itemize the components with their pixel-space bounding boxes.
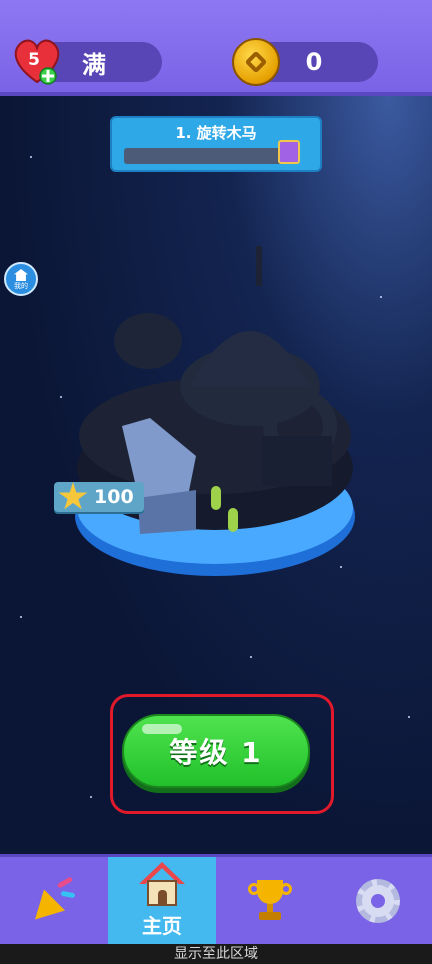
- sky-star: [90, 796, 92, 798]
- heart-icon[interactable]: 5: [10, 34, 64, 88]
- coin-icon: [232, 38, 280, 86]
- party-popper-icon: [31, 875, 77, 924]
- nav-home[interactable]: 主页: [108, 857, 216, 944]
- sky-star: [30, 156, 32, 158]
- star-icon: [58, 482, 88, 510]
- gear-icon: [356, 878, 400, 923]
- coin-count: 0: [305, 48, 323, 76]
- gift-icon: [278, 140, 300, 164]
- nav-leaderboard[interactable]: [216, 857, 324, 944]
- island-scene: 1. 旋转木马 我的 100 等级 1: [0, 96, 432, 854]
- nav-home-label: 主页: [142, 914, 182, 938]
- top-status-bar: 满 5 0: [0, 0, 432, 96]
- bottom-navigation: 主页: [0, 854, 432, 944]
- nav-party[interactable]: [0, 857, 108, 944]
- carousel-island[interactable]: [0, 246, 432, 686]
- area-progress-bar: [124, 148, 284, 164]
- star-cost-badge[interactable]: 100: [54, 482, 144, 512]
- system-display-strip: 显示至此区域: [0, 944, 432, 964]
- lives-count: 5: [28, 50, 40, 70]
- level-play-button[interactable]: 等级 1: [122, 714, 310, 788]
- area-progress-card[interactable]: 1. 旋转木马: [110, 116, 322, 172]
- lives-status: 满: [82, 50, 106, 79]
- house-icon: [139, 862, 185, 908]
- level-button-label: 等级 1: [169, 736, 263, 769]
- star-cost: 100: [94, 486, 134, 508]
- trophy-icon: [247, 878, 293, 924]
- sky-star: [408, 716, 410, 718]
- nav-settings[interactable]: [324, 857, 432, 944]
